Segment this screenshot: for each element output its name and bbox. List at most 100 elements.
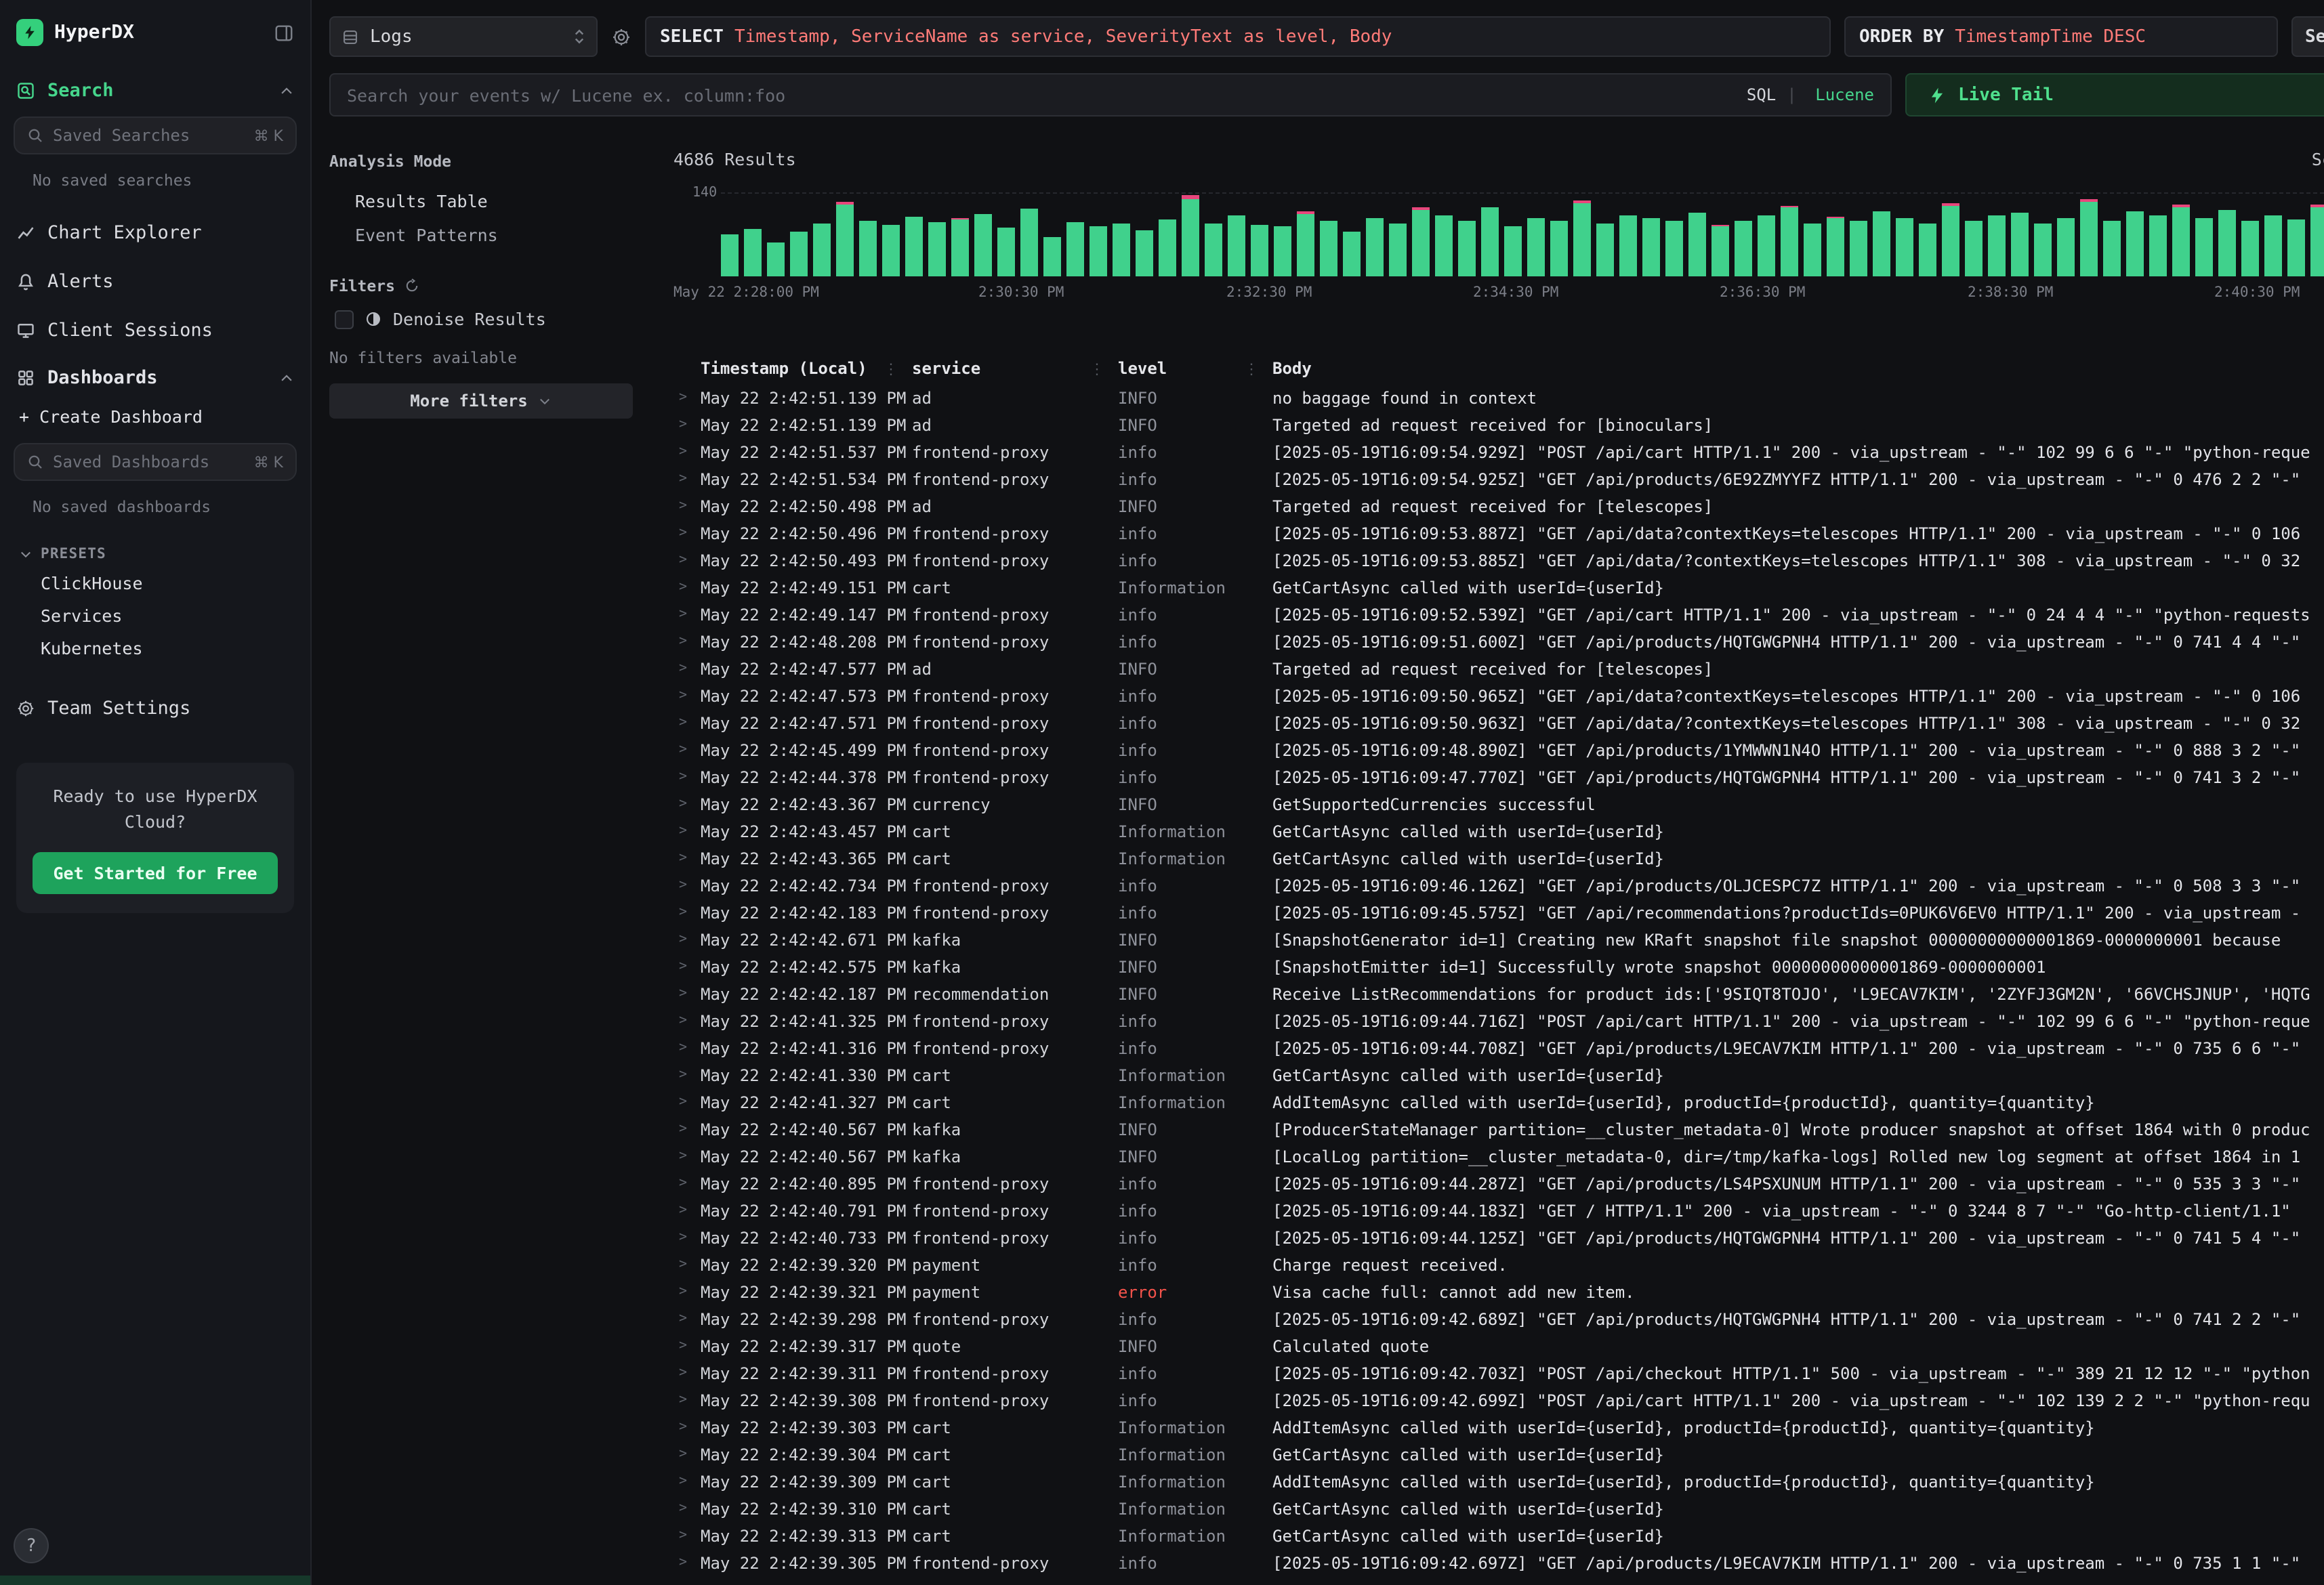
- histogram-bar[interactable]: [1827, 217, 1844, 276]
- row-expand-chevron[interactable]: >: [673, 845, 701, 872]
- histogram-bar[interactable]: [1804, 224, 1821, 276]
- row-expand-chevron[interactable]: >: [673, 1523, 701, 1550]
- row-expand-chevron[interactable]: >: [673, 412, 701, 439]
- histogram-bar[interactable]: [1113, 224, 1130, 276]
- histogram-bar[interactable]: [2126, 211, 2144, 276]
- histogram-bar[interactable]: [1711, 225, 1729, 276]
- histogram-bar[interactable]: [928, 221, 946, 276]
- row-expand-chevron[interactable]: >: [673, 439, 701, 466]
- histogram-bar[interactable]: [1758, 216, 1775, 276]
- histogram-bar[interactable]: [1735, 221, 1752, 276]
- histogram-bar[interactable]: [1642, 218, 1660, 276]
- sidebar-item-client-sessions[interactable]: Client Sessions: [0, 306, 310, 355]
- histogram-bar[interactable]: [859, 221, 877, 276]
- table-row[interactable]: >May 22 2:42:39.303 PMcartInformationAdd…: [673, 1414, 2324, 1441]
- table-row[interactable]: >May 22 2:42:49.151 PMcartInformationGet…: [673, 574, 2324, 601]
- row-expand-chevron[interactable]: >: [673, 1333, 701, 1360]
- row-expand-chevron[interactable]: >: [673, 656, 701, 683]
- histogram-bar[interactable]: [2218, 210, 2236, 276]
- histogram-bar[interactable]: [2287, 219, 2305, 276]
- histogram-bar[interactable]: [721, 234, 739, 276]
- row-expand-chevron[interactable]: >: [673, 466, 701, 493]
- row-expand-chevron[interactable]: >: [673, 1496, 701, 1523]
- histogram-bar[interactable]: [1596, 224, 1614, 276]
- table-row[interactable]: >May 22 2:42:39.298 PMfrontend-proxyinfo…: [673, 1306, 2324, 1333]
- histogram-bar[interactable]: [2080, 200, 2098, 276]
- histogram-bar[interactable]: [2057, 218, 2075, 276]
- table-row[interactable]: >May 22 2:42:44.378 PMfrontend-proxyinfo…: [673, 764, 2324, 791]
- histogram-bar[interactable]: [2195, 218, 2213, 276]
- help-button[interactable]: ?: [14, 1528, 49, 1563]
- table-row[interactable]: >May 22 2:42:39.311 PMfrontend-proxyinfo…: [673, 1360, 2324, 1387]
- histogram-bar[interactable]: [1504, 226, 1522, 276]
- row-expand-chevron[interactable]: >: [673, 1089, 701, 1116]
- histogram-bar[interactable]: [1919, 224, 1936, 276]
- table-row[interactable]: >May 22 2:42:51.139 PMadINFOTargeted ad …: [673, 412, 2324, 439]
- table-row[interactable]: >May 22 2:42:41.327 PMcartInformationAdd…: [673, 1089, 2324, 1116]
- histogram-bar[interactable]: [2264, 215, 2282, 276]
- table-row[interactable]: >May 22 2:42:42.575 PMkafkaINFO[Snapshot…: [673, 954, 2324, 981]
- row-expand-chevron[interactable]: >: [673, 954, 701, 981]
- table-row[interactable]: >May 22 2:42:51.534 PMfrontend-proxyinfo…: [673, 466, 2324, 493]
- column-resize-handle[interactable]: ⋮: [884, 360, 898, 377]
- sidebar-item-search[interactable]: Search: [0, 68, 310, 114]
- row-expand-chevron[interactable]: >: [673, 1252, 701, 1279]
- saved-searches-input[interactable]: Saved Searches ⌘ K: [14, 117, 297, 154]
- row-expand-chevron[interactable]: >: [673, 1441, 701, 1468]
- histogram-bar[interactable]: [1942, 203, 1959, 276]
- sql-toggle[interactable]: SQL: [1747, 85, 1776, 104]
- table-row[interactable]: >May 22 2:42:39.305 PMfrontend-proxyinfo…: [673, 1550, 2324, 1577]
- mode-event-patterns[interactable]: Event Patterns: [329, 218, 649, 252]
- histogram-bar[interactable]: [1481, 208, 1499, 276]
- row-expand-chevron[interactable]: >: [673, 1468, 701, 1496]
- histogram-bar[interactable]: [951, 217, 969, 276]
- histogram-bar[interactable]: [1136, 230, 1153, 276]
- table-row[interactable]: >May 22 2:42:41.316 PMfrontend-proxyinfo…: [673, 1035, 2324, 1062]
- table-row[interactable]: >May 22 2:42:42.187 PMrecommendationINFO…: [673, 981, 2324, 1008]
- lucene-toggle[interactable]: Lucene: [1815, 85, 1874, 104]
- histogram-bar[interactable]: [790, 232, 808, 276]
- table-row[interactable]: >May 22 2:42:42.183 PMfrontend-proxyinfo…: [673, 900, 2324, 927]
- table-row[interactable]: >May 22 2:42:40.895 PMfrontend-proxyinfo…: [673, 1170, 2324, 1198]
- histogram-bar[interactable]: [882, 226, 900, 276]
- table-row[interactable]: >May 22 2:42:39.309 PMcartInformationAdd…: [673, 1468, 2324, 1496]
- preset-item-clickhouse[interactable]: ClickHouse: [0, 568, 310, 600]
- table-row[interactable]: >May 22 2:42:43.365 PMcartInformationGet…: [673, 845, 2324, 872]
- histogram-bar[interactable]: [905, 217, 923, 276]
- table-row[interactable]: >May 22 2:42:45.499 PMfrontend-proxyinfo…: [673, 737, 2324, 764]
- table-row[interactable]: >May 22 2:42:50.496 PMfrontend-proxyinfo…: [673, 520, 2324, 547]
- presets-toggle[interactable]: PRESETS: [0, 535, 310, 568]
- row-expand-chevron[interactable]: >: [673, 385, 701, 412]
- order-by-input[interactable]: ORDER BY TimestampTime DESC: [1844, 16, 2278, 57]
- get-started-button[interactable]: Get Started for Free: [33, 851, 278, 893]
- preset-item-services[interactable]: Services: [0, 600, 310, 633]
- histogram-bar[interactable]: [1020, 209, 1038, 276]
- histogram-bar[interactable]: [1665, 221, 1683, 276]
- histogram-bar[interactable]: [1781, 205, 1798, 276]
- histogram-bar[interactable]: [1619, 216, 1637, 276]
- table-row[interactable]: >May 22 2:42:39.304 PMcartInformationGet…: [673, 1441, 2324, 1468]
- histogram-bar[interactable]: [1527, 218, 1545, 276]
- table-row[interactable]: >May 22 2:42:39.321 PMpaymenterrorVisa c…: [673, 1279, 2324, 1306]
- histogram-bar[interactable]: [1366, 218, 1384, 276]
- histogram-bar[interactable]: [1228, 216, 1245, 276]
- row-expand-chevron[interactable]: >: [673, 1550, 701, 1577]
- table-row[interactable]: >May 22 2:42:39.313 PMcartInformationGet…: [673, 1523, 2324, 1550]
- source-select[interactable]: Logs: [329, 16, 598, 57]
- row-expand-chevron[interactable]: >: [673, 1035, 701, 1062]
- live-tail-button[interactable]: Live Tail: [1905, 73, 2324, 117]
- row-expand-chevron[interactable]: >: [673, 1279, 701, 1306]
- histogram-bar[interactable]: [1090, 226, 1107, 276]
- histogram-bar[interactable]: [2310, 205, 2324, 276]
- table-row[interactable]: >May 22 2:42:50.493 PMfrontend-proxyinfo…: [673, 547, 2324, 574]
- row-expand-chevron[interactable]: >: [673, 764, 701, 791]
- sidebar-collapse-icon[interactable]: [274, 22, 294, 43]
- histogram-bar[interactable]: [1182, 196, 1199, 276]
- table-row[interactable]: >May 22 2:42:40.567 PMkafkaINFO[LocalLog…: [673, 1143, 2324, 1170]
- mode-results-table[interactable]: Results Table: [329, 184, 649, 218]
- histogram-bar[interactable]: [1205, 223, 1222, 276]
- column-resize-handle[interactable]: ⋮: [1244, 360, 1259, 377]
- row-expand-chevron[interactable]: >: [673, 629, 701, 656]
- row-expand-chevron[interactable]: >: [673, 1062, 701, 1089]
- histogram-bar[interactable]: [1343, 232, 1361, 276]
